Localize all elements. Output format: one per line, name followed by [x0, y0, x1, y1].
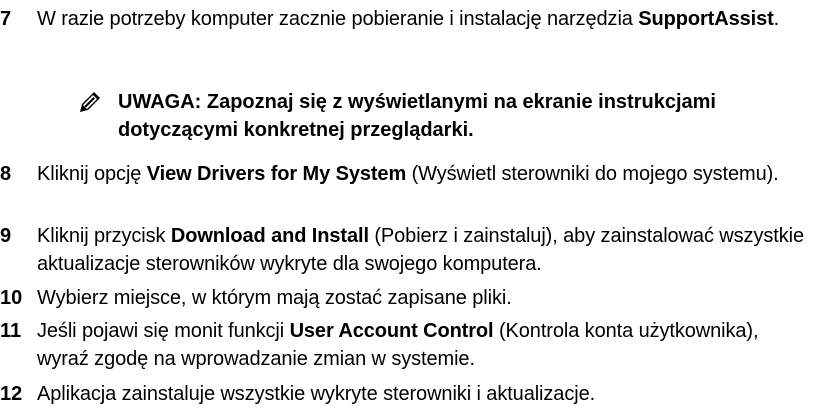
step-text-plain: (Wyświetl sterowniki do mojego systemu).	[406, 163, 779, 185]
step-text-bold: SupportAssist	[638, 8, 774, 30]
step-text-bold: User Account Control	[289, 320, 494, 342]
step-text-plain: W razie potrzeby komputer zacznie pobier…	[37, 8, 639, 30]
step-number: 12	[0, 383, 23, 405]
step-text: W razie potrzeby komputer zacznie pobier…	[37, 5, 807, 33]
step-text: Kliknij opcję View Drivers for My System…	[37, 160, 807, 188]
step-text-bold: Download and Install	[170, 225, 369, 247]
step-text-plain: .	[773, 8, 780, 30]
step-text: Aplikacja zainstaluje wszystkie wykryte …	[37, 383, 596, 405]
step-text-plain: Kliknij przycisk	[37, 225, 171, 247]
instruction-page: 7 W razie potrzeby komputer zacznie pobi…	[0, 0, 814, 411]
step-text-bold: View Drivers for My System	[146, 163, 407, 185]
step-number: 8	[0, 163, 12, 185]
step-number: 7	[0, 8, 12, 30]
step-text: Jeśli pojawi się monit funkcji User Acco…	[37, 317, 807, 373]
pencil-icon	[78, 90, 102, 114]
step-number: 11	[0, 320, 22, 342]
step-text-plain: Jeśli pojawi się monit funkcji	[37, 320, 290, 342]
step-text-plain: Kliknij opcję	[37, 163, 147, 185]
step-text: Kliknij przycisk Download and Install (P…	[37, 222, 807, 278]
note-text: UWAGA: Zapoznaj się z wyświetlanymi na e…	[118, 91, 716, 141]
step-number: 10	[0, 287, 23, 309]
step-number: 9	[0, 225, 12, 247]
step-text: Wybierz miejsce, w którym mają zostać za…	[37, 287, 512, 309]
